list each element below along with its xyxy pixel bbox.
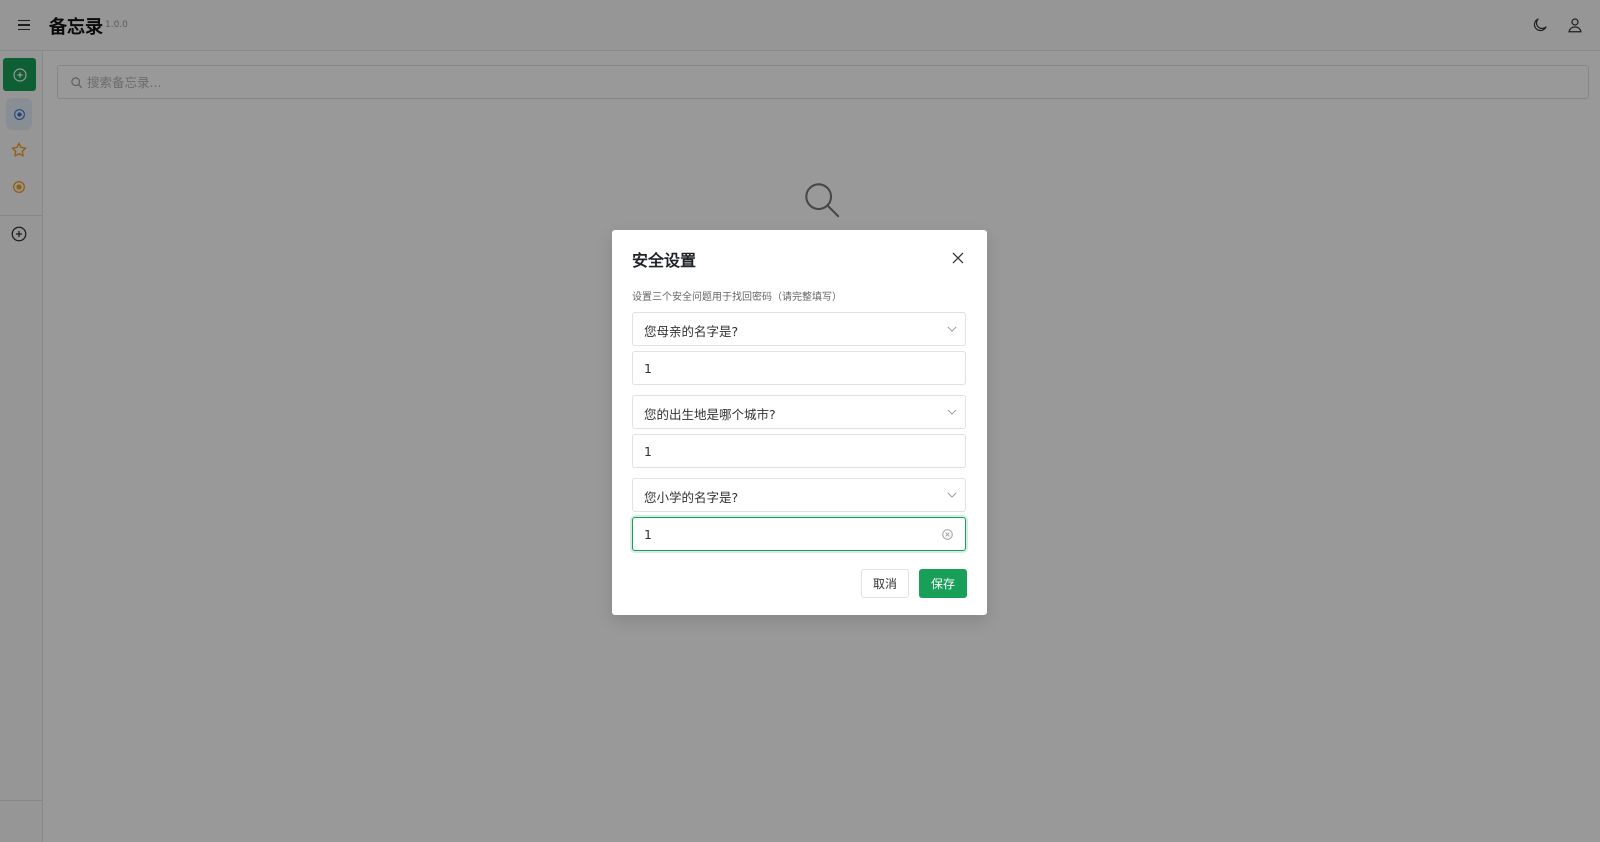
chevron-down-icon: [947, 326, 957, 332]
cancel-button[interactable]: 取消: [861, 569, 909, 598]
select-value: 您的出生地是哪个城市?: [644, 407, 776, 422]
dialog-title: 安全设置: [632, 251, 697, 270]
security-answer-2-field: [632, 434, 966, 468]
security-settings-dialog: 安全设置 设置三个安全问题用于找回密码（请完整填写） 您母亲的名字是? 您的出生…: [612, 230, 987, 615]
dialog-description: 设置三个安全问题用于找回密码（请完整填写）: [632, 292, 842, 303]
security-question-2-select[interactable]: 您的出生地是哪个城市?: [632, 395, 966, 429]
chevron-down-icon: [947, 409, 957, 415]
security-question-1-select[interactable]: 您母亲的名字是?: [632, 312, 966, 346]
security-answer-2-input[interactable]: [644, 436, 944, 466]
select-value: 您母亲的名字是?: [644, 324, 739, 339]
save-button[interactable]: 保存: [919, 569, 967, 598]
clear-input-icon[interactable]: [942, 529, 953, 540]
security-answer-1-field: [632, 351, 966, 385]
security-question-3-select[interactable]: 您小学的名字是?: [632, 478, 966, 512]
security-answer-3-input[interactable]: [644, 519, 944, 549]
close-icon[interactable]: [951, 251, 965, 265]
chevron-down-icon: [947, 492, 957, 498]
security-answer-1-input[interactable]: [644, 353, 944, 383]
security-answer-3-field: [632, 517, 966, 551]
select-value: 您小学的名字是?: [644, 490, 739, 505]
